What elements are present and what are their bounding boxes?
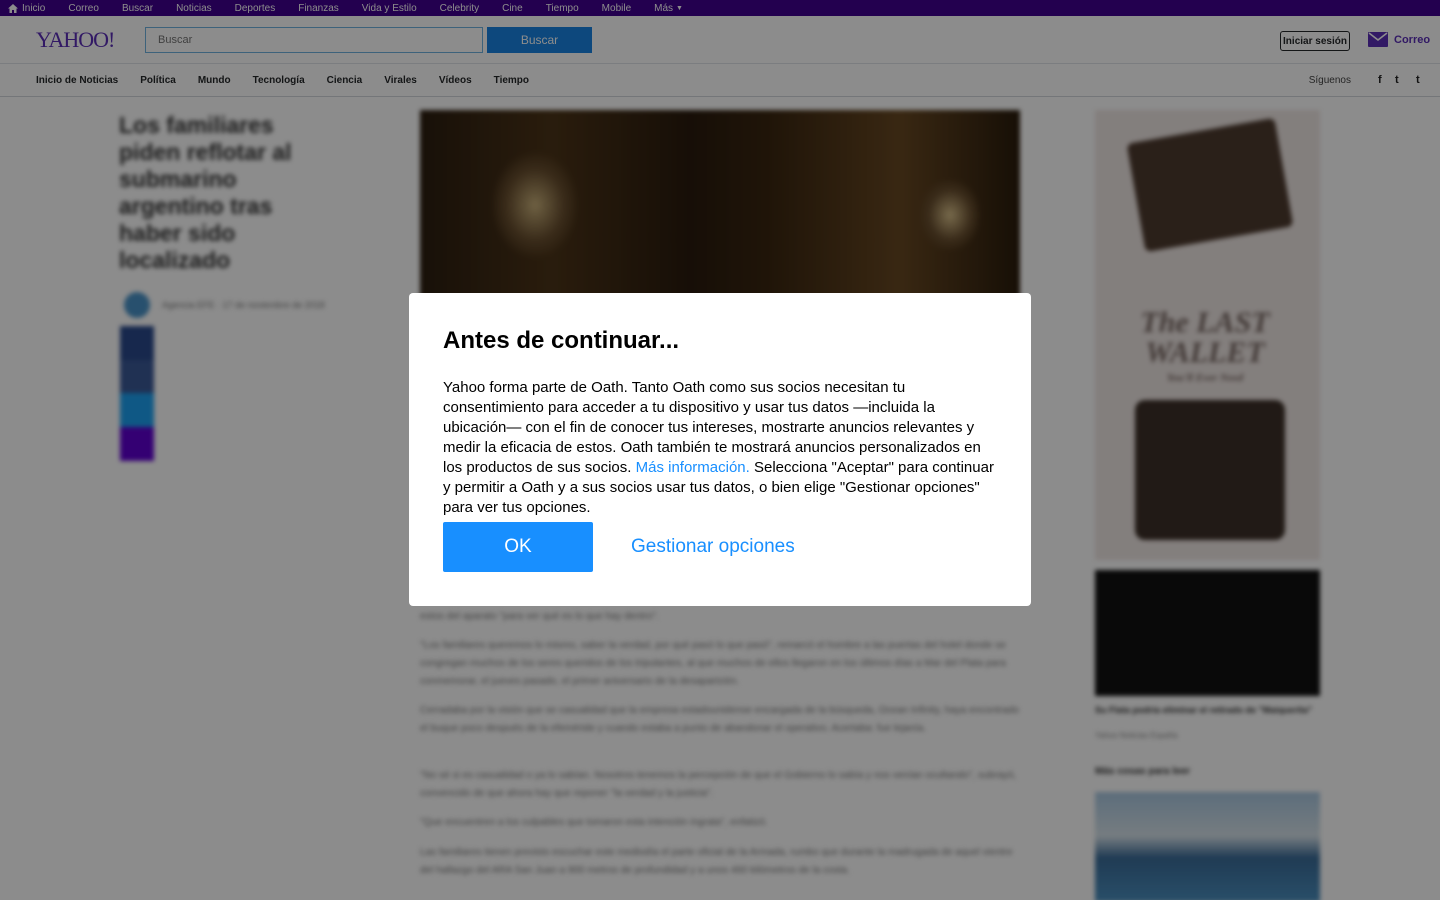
manage-options-button[interactable]: Gestionar opciones: [631, 522, 795, 572]
consent-dialog: Antes de continuar... Yahoo forma parte …: [409, 293, 1031, 606]
ok-button[interactable]: OK: [443, 522, 593, 572]
dialog-title: Antes de continuar...: [443, 327, 680, 354]
dialog-message: Yahoo forma parte de Oath. Tanto Oath co…: [443, 378, 997, 518]
more-info-link[interactable]: Más información.: [636, 459, 750, 476]
